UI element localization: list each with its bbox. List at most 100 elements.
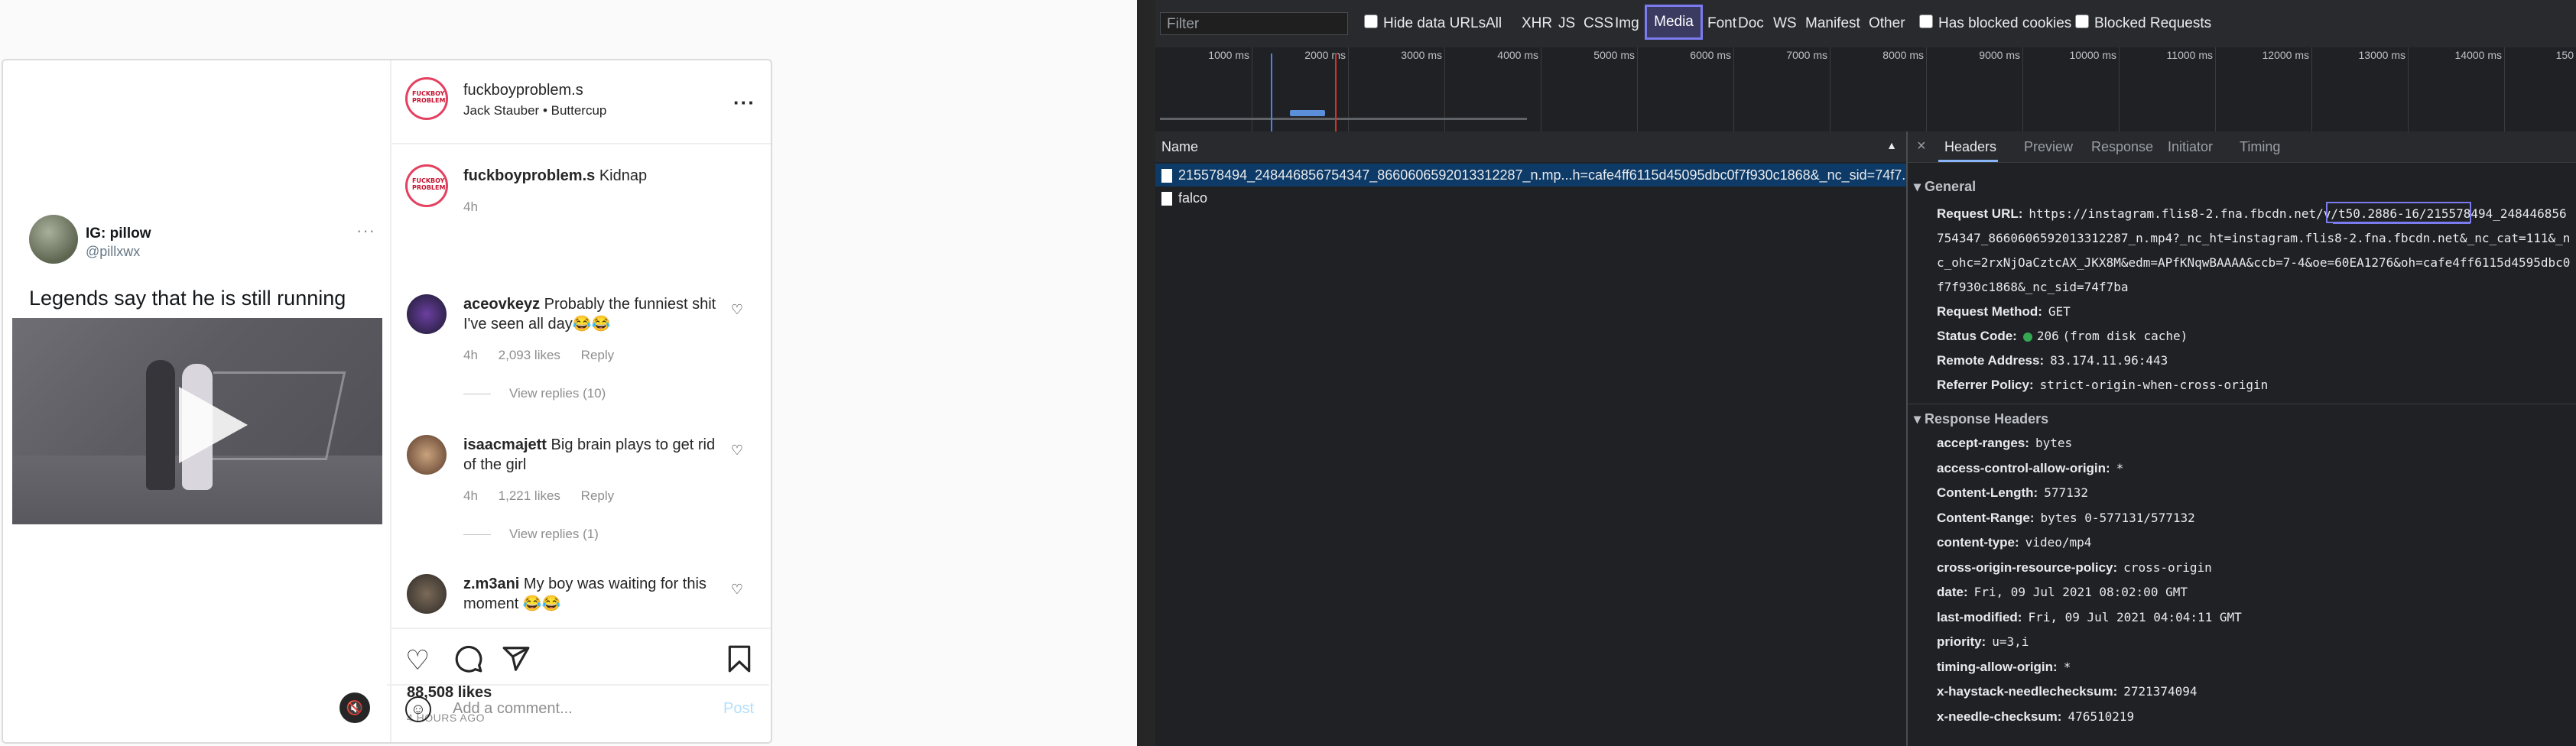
comment-likes[interactable]: 2,093 likes (499, 348, 560, 362)
close-icon[interactable]: × (1917, 138, 1926, 155)
details-tabs: × Headers Preview Response Initiator Tim… (1908, 131, 2576, 163)
timeline-tick-label: 2000 ms (1304, 49, 1346, 61)
request-url-value[interactable]: https://instagram.flis8-2.fna.fbcdn.net/… (1937, 206, 2570, 294)
timeline-tick-label: 11000 ms (2166, 49, 2213, 61)
tab-initiator[interactable]: Initiator (2168, 139, 2213, 155)
timeline-tick: 10000 ms (2070, 47, 2120, 131)
comment-username[interactable]: isaacmajett (463, 436, 547, 453)
response-header-value[interactable]: Fri, 09 Jul 2021 08:02:00 GMT (1974, 585, 2188, 599)
commenter-avatar[interactable] (407, 294, 447, 334)
caption-time: 4h (463, 199, 478, 214)
tab-timing[interactable]: Timing (2240, 139, 2280, 155)
comment-username[interactable]: aceovkeyz (463, 296, 540, 313)
view-replies-link[interactable]: View replies (1) (463, 527, 599, 542)
view-replies-link[interactable]: View replies (10) (463, 386, 606, 401)
filter-css[interactable]: CSS (1584, 15, 1613, 32)
general-section-toggle[interactable]: ▾ General (1914, 179, 1976, 195)
hide-data-urls-checkbox[interactable] (1364, 15, 1378, 28)
timeline-overview[interactable]: 1000 ms 2000 ms 3000 ms 4000 ms 5000 ms … (1155, 47, 2576, 132)
tweet-more-icon: ··· (356, 221, 375, 240)
sort-ascending-icon[interactable]: ▲ (1886, 139, 1897, 151)
response-header-value[interactable]: bytes 0-577131/577132 (2040, 511, 2194, 525)
filter-ws[interactable]: WS (1773, 15, 1797, 32)
panel-divider[interactable] (1137, 0, 1155, 746)
comment-like-icon[interactable]: ♡ (731, 443, 743, 459)
comment-icon[interactable] (454, 644, 483, 680)
tweet-author-name: IG: pillow (86, 225, 151, 242)
filter-media[interactable]: Media (1645, 5, 1703, 40)
view-replies-text[interactable]: View replies (1) (509, 527, 599, 541)
response-header-value[interactable]: * (2064, 660, 2071, 674)
more-options-icon[interactable]: ··· (733, 91, 755, 115)
response-header-value[interactable]: 476510219 (2068, 709, 2134, 724)
comment-like-icon[interactable]: ♡ (731, 302, 743, 318)
emoji-icon[interactable]: ☺ (405, 696, 431, 722)
dom-content-loaded-marker (1271, 54, 1272, 131)
post-comment-button[interactable]: Post (723, 700, 754, 718)
account-avatar[interactable]: FUCKBOY PROBLEMS (405, 77, 448, 120)
video-player[interactable] (12, 318, 382, 524)
comment-username[interactable]: z.m3ani (463, 576, 519, 592)
filter-img[interactable]: Img (1615, 15, 1639, 32)
has-blocked-cookies-checkbox[interactable] (1919, 15, 1933, 28)
comment-reply-link[interactable]: Reply (581, 348, 614, 362)
response-header-value[interactable]: video/mp4 (2025, 535, 2092, 550)
filter-input[interactable]: Filter (1160, 12, 1348, 35)
response-header-row: date: Fri, 09 Jul 2021 08:02:00 GMT (1937, 585, 2188, 600)
file-icon (1161, 192, 1172, 206)
tab-response[interactable]: Response (2091, 139, 2153, 155)
response-header-value[interactable]: 2721374094 (2123, 684, 2197, 699)
filter-js[interactable]: JS (1558, 15, 1575, 32)
caption-username[interactable]: fuckboyproblem.s (463, 167, 595, 184)
timeline-tick: 14000 ms (2455, 47, 2505, 131)
comment-like-icon[interactable]: ♡ (731, 582, 743, 598)
response-header-value[interactable]: 577132 (2044, 485, 2088, 500)
tab-preview[interactable]: Preview (2024, 139, 2073, 155)
response-header-value[interactable]: u=3,i (1992, 634, 2029, 649)
add-comment-input[interactable]: Add a comment... (453, 700, 573, 718)
comment-text-line: aceovkeyz Probably the funniest shit I'v… (463, 294, 723, 334)
filter-font[interactable]: Font (1707, 15, 1736, 32)
response-header-value[interactable]: bytes (2035, 436, 2072, 450)
response-header-row: cross-origin-resource-policy: cross-origi… (1937, 560, 2212, 576)
bookmark-icon[interactable] (725, 644, 754, 680)
account-username[interactable]: fuckboyproblem.s (463, 82, 583, 99)
remote-address-value[interactable]: 83.174.11.96:443 (2050, 353, 2168, 368)
response-headers-toggle[interactable]: ▾ Response Headers (1914, 411, 2048, 427)
heart-icon[interactable]: ♡ (405, 644, 430, 676)
load-event-marker (1335, 54, 1337, 131)
filter-doc[interactable]: Doc (1738, 15, 1764, 32)
blocked-requests-checkbox[interactable] (2075, 15, 2089, 28)
comment-reply-link[interactable]: Reply (581, 488, 614, 503)
commenter-avatar[interactable] (407, 435, 447, 475)
timeline-tick-label: 1000 ms (1208, 49, 1249, 61)
response-header-value[interactable]: cross-origin (2123, 560, 2212, 575)
filter-manifest[interactable]: Manifest (1805, 15, 1860, 32)
filter-all[interactable]: All (1486, 15, 1502, 32)
play-icon[interactable] (179, 387, 248, 463)
tweet-author-handle: @pillxwx (86, 244, 141, 259)
timeline-tick-label: 13000 ms (2358, 49, 2405, 61)
filter-other[interactable]: Other (1869, 15, 1905, 32)
comment-likes[interactable]: 1,221 likes (499, 488, 560, 503)
comment-time: 4h (463, 488, 478, 503)
request-method-value[interactable]: GET (2048, 304, 2071, 319)
tab-headers[interactable]: Headers (1944, 139, 1996, 155)
response-header-value[interactable]: * (2116, 461, 2124, 475)
status-code-value[interactable]: 206 (2037, 329, 2059, 343)
column-name[interactable]: Name (1161, 139, 1198, 155)
view-replies-text[interactable]: View replies (10) (509, 386, 606, 401)
request-url-row: Request URL: https://instagram.flis8-2.fn… (1937, 202, 2571, 300)
audio-subtitle[interactable]: Jack Stauber • Buttercup (463, 103, 606, 118)
filter-xhr[interactable]: XHR (1522, 15, 1552, 32)
response-header-value[interactable]: Fri, 09 Jul 2021 04:04:11 GMT (2028, 610, 2241, 624)
request-row[interactable]: 215578494_248446856754347_86606065920133… (1155, 164, 1906, 186)
share-icon[interactable] (502, 644, 531, 680)
referrer-policy-value[interactable]: strict-origin-when-cross-origin (2040, 378, 2269, 392)
commenter-avatar[interactable] (407, 574, 447, 614)
request-row[interactable]: falco (1155, 186, 1906, 209)
caption-avatar[interactable]: FUCKBOY PROBLEMS (405, 164, 448, 207)
mute-icon[interactable]: 🔇 (339, 692, 370, 723)
status-code-label: Status Code: (1937, 329, 2017, 343)
requests-table-header[interactable]: Name ▲ (1155, 131, 1906, 163)
